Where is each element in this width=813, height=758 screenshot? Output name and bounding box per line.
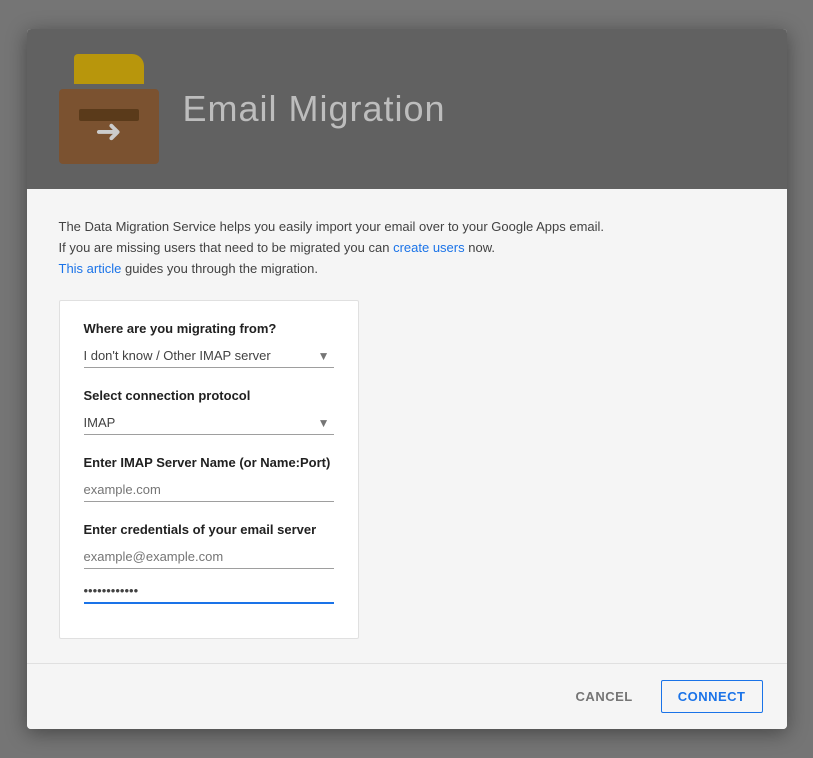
source-group: Where are you migrating from? I don't kn… [84, 321, 334, 368]
credentials-label: Enter credentials of your email server [84, 522, 334, 537]
description-line2-suffix: now. [465, 240, 495, 255]
protocol-select-wrapper: IMAP POP3 ▼ [84, 411, 334, 435]
connect-button[interactable]: CONNECT [661, 680, 763, 713]
folder-body-icon: ➜ [59, 89, 159, 164]
description-line2-prefix: If you are missing users that need to be… [59, 240, 394, 255]
server-label: Enter IMAP Server Name (or Name:Port) [84, 455, 334, 470]
form-card: Where are you migrating from? I don't kn… [59, 300, 359, 639]
protocol-label: Select connection protocol [84, 388, 334, 403]
server-group: Enter IMAP Server Name (or Name:Port) [84, 455, 334, 502]
source-select-wrapper: I don't know / Other IMAP server Gmail M… [84, 344, 334, 368]
description-text: The Data Migration Service helps you eas… [59, 217, 755, 279]
description-line3-suffix: guides you through the migration. [121, 261, 318, 276]
dialog-header: ➜ Email Migration [27, 29, 787, 189]
folder-stripe-icon [79, 109, 139, 121]
email-migration-dialog: ➜ Email Migration The Data Migration Ser… [27, 29, 787, 728]
dialog-footer: CANCEL CONNECT [27, 663, 787, 729]
password-input-wrapper [84, 579, 334, 604]
description-line1: The Data Migration Service helps you eas… [59, 217, 755, 238]
folder-tab-icon [74, 54, 144, 84]
email-input[interactable] [84, 545, 334, 569]
protocol-select[interactable]: IMAP POP3 [84, 411, 334, 435]
description-line2: If you are missing users that need to be… [59, 238, 755, 259]
this-article-link[interactable]: This article [59, 261, 122, 276]
credentials-group: Enter credentials of your email server [84, 522, 334, 604]
description-line3: This article guides you through the migr… [59, 259, 755, 280]
source-label: Where are you migrating from? [84, 321, 334, 336]
server-input[interactable] [84, 478, 334, 502]
source-select[interactable]: I don't know / Other IMAP server Gmail M… [84, 344, 334, 368]
page-title: Email Migration [183, 88, 446, 130]
app-icon: ➜ [59, 54, 159, 164]
cancel-button[interactable]: CANCEL [564, 681, 645, 712]
password-input[interactable] [84, 579, 334, 604]
protocol-group: Select connection protocol IMAP POP3 ▼ [84, 388, 334, 435]
dialog-body: The Data Migration Service helps you eas… [27, 189, 787, 662]
create-users-link[interactable]: create users [393, 240, 465, 255]
email-input-wrapper [84, 545, 334, 569]
